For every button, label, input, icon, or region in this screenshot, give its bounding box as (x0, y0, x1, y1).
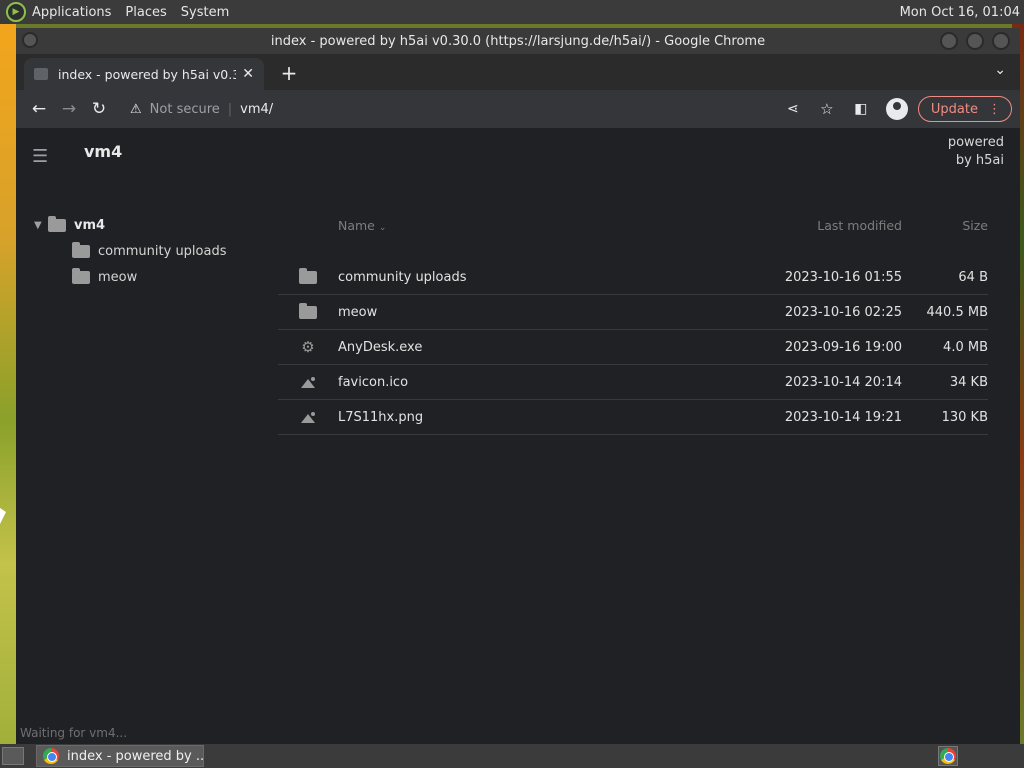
taskbar-item-chrome[interactable]: index - powered by ... (36, 745, 204, 767)
show-desktop-button[interactable] (2, 747, 24, 765)
file-size: 130 KB (941, 409, 988, 425)
tree-item-label: community uploads (98, 243, 227, 259)
sort-chevron-icon: ⌄ (378, 222, 387, 233)
folder-tree: ▼ vm4 community uploads meow (34, 212, 227, 290)
powered-line-1: powered (947, 135, 1004, 150)
taskbar: index - powered by ... (0, 744, 1024, 768)
file-name[interactable]: L7S11hx.png (338, 410, 678, 425)
minimize-button[interactable] (940, 32, 958, 50)
tree-item-meow[interactable]: meow (34, 264, 227, 290)
window-title: index - powered by h5ai v0.30.0 (https:/… (270, 33, 766, 49)
table-row[interactable]: L7S11hx.png 2023-10-14 19:21 130 KB (278, 400, 988, 435)
file-modified: 2023-09-16 19:00 (784, 339, 902, 355)
list-header: Name ⌄ Last modified Size (278, 210, 988, 240)
taskbar-item-label: index - powered by ... (67, 748, 204, 764)
powered-by-link[interactable]: powered by h5ai (924, 134, 1004, 170)
forward-button[interactable]: → (54, 94, 84, 124)
file-modified: 2023-10-14 19:21 (784, 409, 902, 425)
top-panel: ▶ Applications Places System Mon Oct 16,… (0, 0, 1024, 24)
column-header-name[interactable]: Name ⌄ (278, 218, 678, 233)
list-rows: community uploads 2023-10-16 01:55 64 B … (278, 260, 988, 435)
image-icon (301, 376, 315, 388)
file-modified: 2023-10-16 02:25 (784, 304, 902, 320)
tree-item-vm4[interactable]: ▼ vm4 (34, 212, 227, 238)
back-button[interactable]: ← (24, 94, 54, 124)
file-list: Name ⌄ Last modified Size community uplo… (278, 210, 988, 435)
folder-icon (48, 215, 66, 232)
tree-item-label: vm4 (74, 217, 106, 233)
folder-icon (299, 302, 317, 319)
new-tab-button[interactable]: + (276, 60, 302, 86)
file-name[interactable]: meow (338, 305, 678, 320)
browser-toolbar: ← → ↻ ⚠ Not secure | vm4/ ⋖ ☆ ◧ Update ⋮ (16, 90, 1020, 128)
reload-button[interactable]: ↻ (84, 94, 114, 124)
omnibox-separator: | (227, 101, 233, 117)
maximize-button[interactable] (966, 32, 984, 50)
desktop-background-left (0, 24, 16, 744)
window-controls (940, 32, 1010, 50)
file-name[interactable]: favicon.ico (338, 375, 678, 390)
table-row[interactable]: community uploads 2023-10-16 01:55 64 B (278, 260, 988, 295)
file-modified: 2023-10-16 01:55 (784, 269, 902, 285)
address-bar[interactable]: ⚠ Not secure | vm4/ (120, 94, 778, 124)
menu-system[interactable]: System (181, 5, 229, 20)
side-panel-icon[interactable]: ◧ (846, 94, 876, 124)
chrome-icon (940, 748, 956, 764)
tab-title: index - powered by h5ai v0.30.0 (58, 66, 237, 82)
image-icon (301, 411, 315, 423)
file-name[interactable]: AnyDesk.exe (338, 340, 678, 355)
tab-index[interactable]: index - powered by h5ai v0.30.0 ✕ (24, 58, 264, 90)
tab-close-icon[interactable]: ✕ (242, 66, 254, 82)
file-size: 64 B (958, 269, 988, 285)
folder-icon (72, 241, 90, 258)
window-menu-icon[interactable] (22, 32, 38, 48)
chrome-window: index - powered by h5ai v0.30.0 (https:/… (16, 28, 1020, 744)
powered-line-2: by h5ai (955, 153, 1004, 168)
status-bar: Waiting for vm4... (20, 726, 128, 740)
menu-applications[interactable]: Applications (32, 5, 111, 20)
file-name[interactable]: community uploads (338, 270, 678, 285)
kebab-menu-icon[interactable]: ⋮ (988, 102, 1001, 117)
table-row[interactable]: favicon.ico 2023-10-14 20:14 34 KB (278, 365, 988, 400)
url-text[interactable]: vm4/ (240, 102, 273, 117)
warning-icon[interactable]: ⚠ (130, 102, 142, 117)
security-label[interactable]: Not secure (150, 102, 220, 117)
chrome-icon (43, 748, 59, 764)
menu-places[interactable]: Places (125, 5, 166, 20)
close-window-button[interactable] (992, 32, 1010, 50)
update-button[interactable]: Update ⋮ (917, 96, 1012, 122)
bookmark-star-icon[interactable]: ☆ (812, 94, 842, 124)
folder-icon (72, 267, 90, 284)
tree-item-label: meow (98, 269, 138, 285)
file-size: 34 KB (949, 374, 988, 390)
tab-strip: index - powered by h5ai v0.30.0 ✕ + ⌄ (16, 54, 1020, 90)
file-size: 440.5 MB (926, 304, 988, 320)
gear-icon: ⚙ (301, 338, 315, 356)
tab-search-chevron-icon[interactable]: ⌄ (994, 62, 1006, 78)
profile-avatar-icon[interactable] (885, 98, 908, 120)
file-size: 4.0 MB (943, 339, 988, 355)
tab-favicon-icon (34, 68, 48, 80)
table-row[interactable]: ⚙ AnyDesk.exe 2023-09-16 19:00 4.0 MB (278, 330, 988, 365)
breadcrumb[interactable]: vm4 (84, 142, 122, 161)
column-header-modified[interactable]: Last modified (678, 218, 902, 233)
chevron-down-icon[interactable]: ▼ (34, 220, 48, 231)
window-titlebar[interactable]: index - powered by h5ai v0.30.0 (https:/… (16, 28, 1020, 54)
tree-item-community-uploads[interactable]: community uploads (34, 238, 227, 264)
column-header-size[interactable]: Size (902, 218, 988, 233)
distro-logo-icon[interactable]: ▶ (6, 2, 26, 22)
tray-chrome-launcher[interactable] (938, 746, 958, 766)
mouse-cursor-icon (0, 508, 6, 524)
page-content: ☰ vm4 powered by h5ai ▼ vm4 community up… (16, 128, 1020, 744)
toolbar-right: ⋖ ☆ ◧ Update ⋮ (778, 94, 1012, 124)
share-icon[interactable]: ⋖ (778, 94, 808, 124)
folder-icon (299, 267, 317, 284)
file-modified: 2023-10-14 20:14 (784, 374, 902, 390)
hamburger-menu-icon[interactable]: ☰ (32, 146, 50, 167)
update-label: Update (930, 101, 978, 117)
clock[interactable]: Mon Oct 16, 01:04 (900, 5, 1020, 20)
table-row[interactable]: meow 2023-10-16 02:25 440.5 MB (278, 295, 988, 330)
